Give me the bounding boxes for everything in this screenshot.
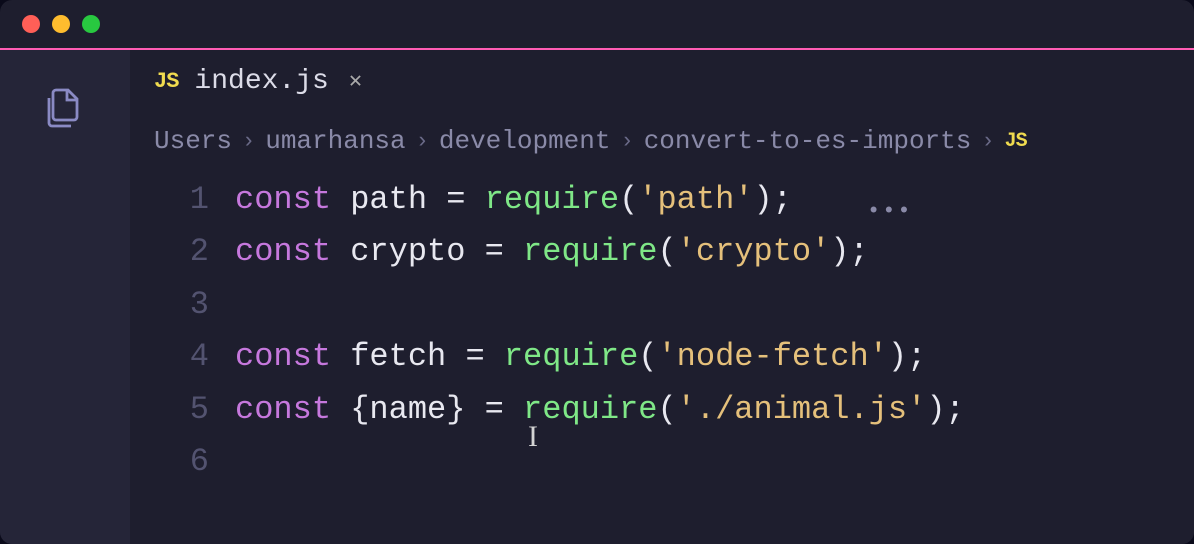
- chevron-right-icon: ›: [242, 129, 255, 154]
- code-editor[interactable]: 1 2 3 4 5 6 const path = require('path')…: [130, 170, 1194, 544]
- line-number: 1: [130, 174, 209, 226]
- line-number: 6: [130, 436, 209, 488]
- code-line[interactable]: const crypto = require('crypto');: [235, 226, 1194, 278]
- js-file-icon: JS: [154, 69, 178, 94]
- breadcrumb-segment[interactable]: development: [439, 126, 611, 156]
- close-tab-icon[interactable]: ✕: [345, 64, 366, 98]
- titlebar[interactable]: [0, 0, 1194, 48]
- code-content[interactable]: const path = require('path'); ••• const …: [235, 174, 1194, 544]
- breadcrumb-segment[interactable]: umarhansa: [265, 126, 405, 156]
- activity-bar: [0, 48, 130, 544]
- code-line[interactable]: [235, 279, 1194, 331]
- line-number: 4: [130, 331, 209, 383]
- code-line[interactable]: const path = require('path');: [235, 174, 1194, 226]
- maximize-window-button[interactable]: [82, 15, 100, 33]
- chevron-right-icon: ›: [981, 129, 994, 154]
- breadcrumb[interactable]: Users › umarhansa › development › conver…: [130, 112, 1194, 170]
- chevron-right-icon: ›: [621, 129, 634, 154]
- breadcrumb-segment[interactable]: convert-to-es-imports: [644, 126, 972, 156]
- line-number: 5: [130, 384, 209, 436]
- line-number: 2: [130, 226, 209, 278]
- breadcrumb-segment[interactable]: Users: [154, 126, 232, 156]
- code-line[interactable]: [235, 436, 1194, 488]
- js-file-icon: JS: [1005, 130, 1027, 153]
- code-line[interactable]: const fetch = require('node-fetch');: [235, 331, 1194, 383]
- main-area: JS index.js ✕ Users › umarhansa › develo…: [0, 48, 1194, 544]
- code-line[interactable]: const {name} = require('./animal.js');: [235, 384, 1194, 436]
- tab-filename: index.js: [194, 66, 328, 97]
- line-number: 3: [130, 279, 209, 331]
- tab-index-js[interactable]: JS index.js ✕: [130, 50, 395, 112]
- editor-area: JS index.js ✕ Users › umarhansa › develo…: [130, 48, 1194, 544]
- explorer-icon[interactable]: [37, 80, 93, 136]
- minimize-window-button[interactable]: [52, 15, 70, 33]
- editor-window: JS index.js ✕ Users › umarhansa › develo…: [0, 0, 1194, 544]
- line-number-gutter: 1 2 3 4 5 6: [130, 174, 235, 544]
- tab-bar: JS index.js ✕: [130, 50, 1194, 112]
- close-window-button[interactable]: [22, 15, 40, 33]
- chevron-right-icon: ›: [416, 129, 429, 154]
